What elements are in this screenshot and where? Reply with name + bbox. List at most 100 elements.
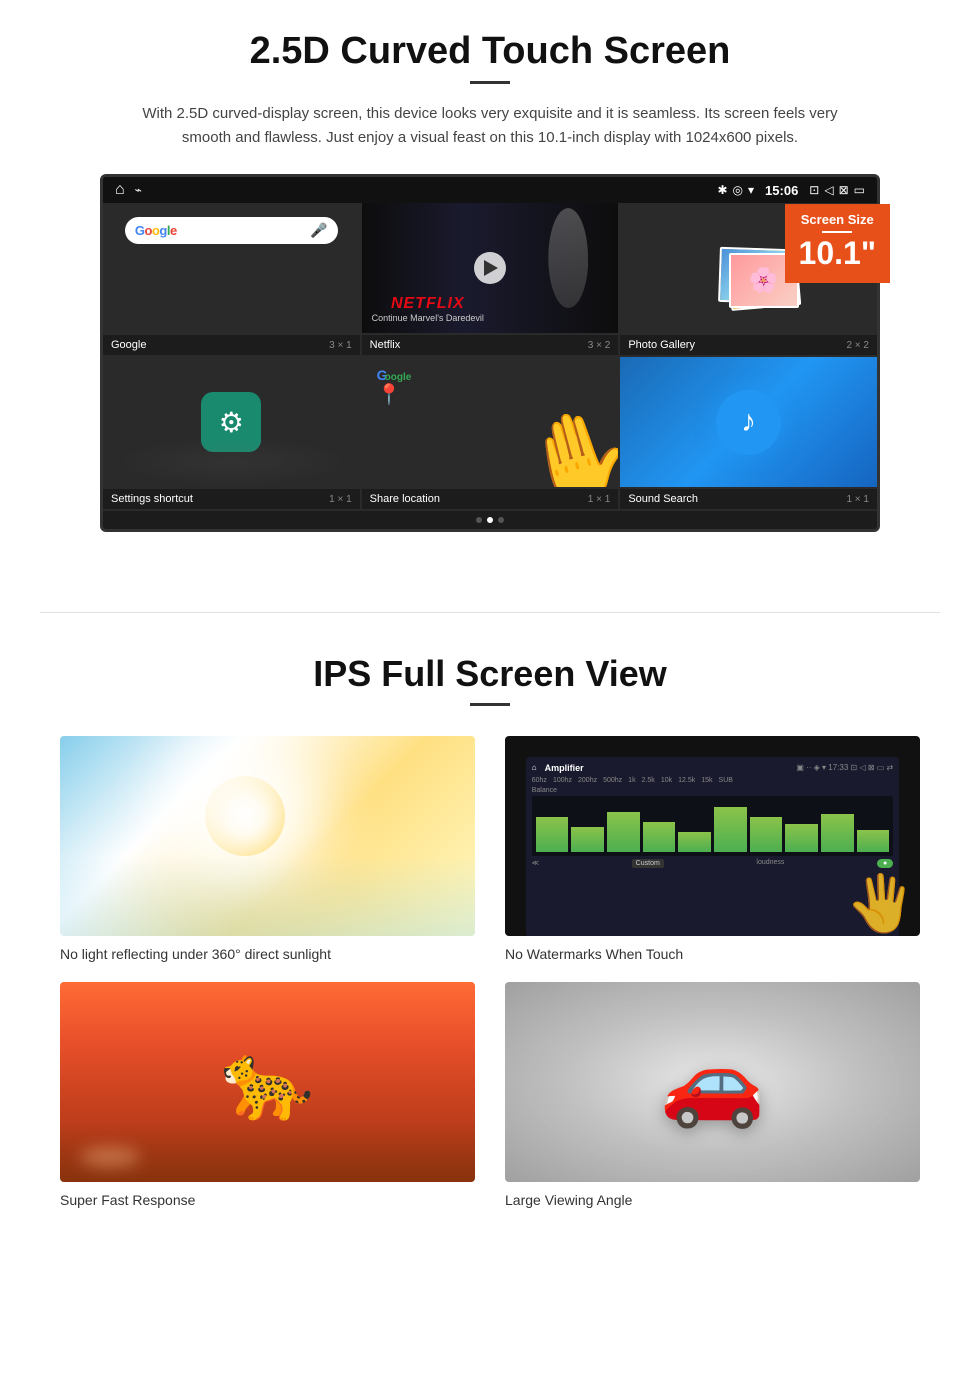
amp-bottom-controls: ≪ Custom loudness ● bbox=[532, 859, 894, 868]
gallery-label: Photo Gallery 2 × 2 bbox=[620, 335, 877, 355]
music-icon-circle: ♪ bbox=[716, 390, 781, 455]
sound-label: Sound Search 1 × 1 bbox=[620, 489, 877, 509]
dot-3 bbox=[498, 517, 504, 523]
amp-bar-2 bbox=[571, 827, 604, 852]
badge-size: 10.1" bbox=[799, 237, 876, 269]
share-label: Share location 1 × 1 bbox=[362, 489, 619, 509]
location-icon: ◎ bbox=[733, 183, 743, 197]
sunlight-label: No light reflecting under 360° direct su… bbox=[60, 946, 475, 962]
app-labels-row1: Google 3 × 1 Netflix 3 × 2 Photo Gallery… bbox=[103, 333, 877, 357]
sound-label-name: Sound Search bbox=[628, 493, 698, 505]
feature-car: 🚗 Large Viewing Angle bbox=[505, 982, 920, 1208]
dot-1 bbox=[476, 517, 482, 523]
amp-bar-1 bbox=[536, 817, 569, 852]
dust-cloud bbox=[80, 1147, 140, 1167]
home-icon: ⌂ bbox=[115, 181, 125, 199]
amp-bar-3 bbox=[607, 812, 640, 852]
amp-hand-icon: 🖐 bbox=[847, 871, 915, 936]
car-label: Large Viewing Angle bbox=[505, 1192, 920, 1208]
amp-bar-9 bbox=[821, 814, 854, 852]
feature-amplifier: ⌂ Amplifier ▣ ·· ◈ ▾ 17:33 ⊡ ◁ ⊠ ▭ ⇄ 60h… bbox=[505, 736, 920, 962]
cheetah-label: Super Fast Response bbox=[60, 1192, 475, 1208]
car-circle bbox=[526, 992, 900, 1172]
loudness-toggle[interactable]: ● bbox=[877, 859, 893, 868]
amp-bar-7 bbox=[750, 817, 783, 852]
volume-icon: ◁ bbox=[824, 183, 833, 197]
section1-title: 2.5D Curved Touch Screen bbox=[60, 30, 920, 73]
netflix-label-size: 3 × 2 bbox=[588, 340, 611, 351]
feature-sunlight-img bbox=[60, 736, 475, 936]
wifi-icon: ▾ bbox=[748, 183, 754, 197]
amp-bar-6 bbox=[714, 807, 747, 852]
settings-cell[interactable]: ⚙ bbox=[103, 357, 360, 487]
section1-description: With 2.5D curved-display screen, this de… bbox=[140, 102, 840, 150]
amp-eq-bars bbox=[532, 796, 894, 856]
netflix-cell[interactable]: NETFLIX Continue Marvel's Daredevil bbox=[362, 203, 619, 333]
settings-label-size: 1 × 1 bbox=[329, 494, 352, 505]
amp-screen: ⌂ Amplifier ▣ ·· ◈ ▾ 17:33 ⊡ ◁ ⊠ ▭ ⇄ 60h… bbox=[526, 757, 900, 936]
maps-icon: G oogle 📍 bbox=[377, 367, 427, 417]
netflix-overlay: NETFLIX Continue Marvel's Daredevil bbox=[372, 295, 484, 323]
device-mockup: Screen Size 10.1" ⌂ ⌁ ✱ ◎ ▾ 15:06 ⊡ ◁ ⊠ … bbox=[100, 174, 880, 532]
time-display: 15:06 bbox=[765, 183, 798, 198]
cheetah-icon: 🐆 bbox=[221, 1038, 314, 1126]
google-logo: Google bbox=[135, 223, 177, 238]
netflix-logo: NETFLIX bbox=[372, 295, 484, 313]
section-curved-screen: 2.5D Curved Touch Screen With 2.5D curve… bbox=[0, 0, 980, 552]
section-divider bbox=[40, 612, 940, 613]
amp-bar-8 bbox=[785, 824, 818, 852]
feature-grid: No light reflecting under 360° direct su… bbox=[60, 736, 920, 1208]
feature-sunlight: No light reflecting under 360° direct su… bbox=[60, 736, 475, 962]
share-cell[interactable]: G oogle 📍 🤚 bbox=[362, 357, 619, 487]
feature-cheetah: 🐆 Super Fast Response bbox=[60, 982, 475, 1208]
feature-car-img: 🚗 bbox=[505, 982, 920, 1182]
gallery-label-name: Photo Gallery bbox=[628, 339, 695, 351]
amp-controls: Balance bbox=[532, 787, 894, 794]
feature-cheetah-img: 🐆 bbox=[60, 982, 475, 1182]
usb-icon: ⌁ bbox=[135, 183, 142, 197]
sound-cell[interactable]: ♪ bbox=[620, 357, 877, 487]
amp-freq-labels: 60hz100hz200hz500hz1k2.5k10k12.5k15kSUB bbox=[532, 777, 894, 784]
status-bar: ⌂ ⌁ ✱ ◎ ▾ 15:06 ⊡ ◁ ⊠ ▭ bbox=[103, 177, 877, 203]
netflix-label-name: Netflix bbox=[370, 339, 401, 351]
google-label: Google 3 × 1 bbox=[103, 335, 360, 355]
amp-bar-10 bbox=[857, 830, 890, 852]
amp-bar-4 bbox=[643, 822, 676, 852]
amp-title-text: Amplifier bbox=[545, 763, 584, 773]
netflix-subtitle: Continue Marvel's Daredevil bbox=[372, 313, 484, 323]
google-label-size: 3 × 1 bbox=[329, 340, 352, 351]
section2-title-underline bbox=[470, 703, 510, 706]
app-grid-row2: ⚙ G oogle 📍 bbox=[103, 357, 877, 487]
gallery-label-size: 2 × 2 bbox=[846, 340, 869, 351]
dot-2-active bbox=[487, 517, 493, 523]
custom-button[interactable]: Custom bbox=[632, 859, 664, 868]
window-icon: ▭ bbox=[854, 183, 865, 197]
music-note-icon: ♪ bbox=[741, 405, 756, 439]
share-label-size: 1 × 1 bbox=[588, 494, 611, 505]
google-cell[interactable]: Google 🎤 bbox=[103, 203, 360, 333]
camera-icon: ⊡ bbox=[809, 183, 819, 197]
share-label-name: Share location bbox=[370, 493, 440, 505]
play-triangle-icon bbox=[484, 260, 498, 276]
title-underline bbox=[470, 81, 510, 84]
settings-label: Settings shortcut 1 × 1 bbox=[103, 489, 360, 509]
sound-label-size: 1 × 1 bbox=[846, 494, 869, 505]
app-labels-row2: Settings shortcut 1 × 1 Share location 1… bbox=[103, 487, 877, 511]
google-search-bar[interactable]: Google 🎤 bbox=[125, 217, 338, 244]
bluetooth-icon: ✱ bbox=[717, 183, 727, 197]
amp-header: ⌂ Amplifier ▣ ·· ◈ ▾ 17:33 ⊡ ◁ ⊠ ▭ ⇄ bbox=[532, 763, 894, 773]
gear-icon: ⚙ bbox=[219, 406, 244, 439]
pagination-dots bbox=[103, 511, 877, 529]
settings-label-name: Settings shortcut bbox=[111, 493, 193, 505]
amp-bar-5 bbox=[678, 832, 711, 852]
badge-label: Screen Size bbox=[801, 212, 874, 227]
amplifier-label: No Watermarks When Touch bbox=[505, 946, 920, 962]
google-mic-icon[interactable]: 🎤 bbox=[310, 222, 327, 239]
section2-title: IPS Full Screen View bbox=[60, 653, 920, 695]
amp-home-icon: ⌂ bbox=[532, 763, 537, 772]
screen-size-badge: Screen Size 10.1" bbox=[785, 204, 890, 283]
hand-pointer-icon: 🤚 bbox=[510, 394, 619, 487]
google-label-name: Google bbox=[111, 339, 146, 351]
play-button[interactable] bbox=[474, 252, 506, 284]
section-ips: IPS Full Screen View No light reflecting… bbox=[0, 643, 980, 1238]
